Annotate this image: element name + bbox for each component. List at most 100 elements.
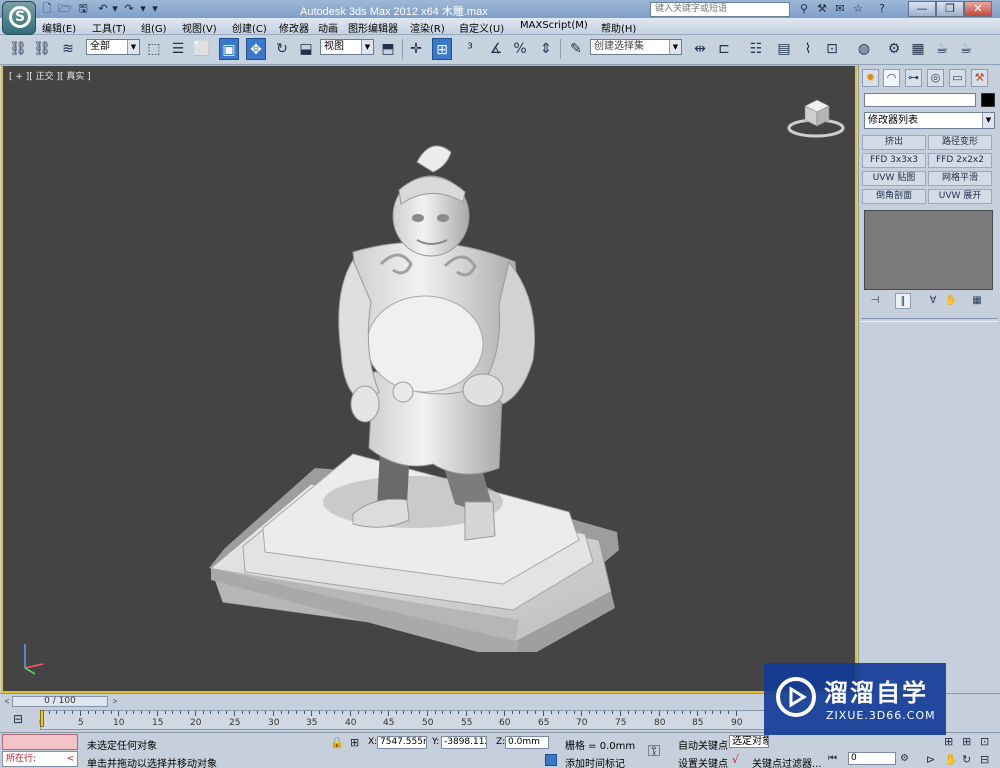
maximize-viewport-icon[interactable]: ⊟ xyxy=(980,753,989,766)
menu-help[interactable]: 帮助(H) xyxy=(601,20,636,35)
remove-modifier-icon[interactable]: ✋ xyxy=(943,293,959,309)
select-and-scale-icon[interactable]: ⬓ xyxy=(296,38,316,60)
mini-curve-editor-icon[interactable]: ⊟ xyxy=(8,712,28,728)
zoom-all-icon[interactable]: ⊞ xyxy=(962,735,971,748)
search-input[interactable]: 键入关键字或短语 xyxy=(650,2,790,17)
subscription-icon[interactable]: ⚒ xyxy=(814,2,830,16)
select-manipulate-icon[interactable]: ✛ xyxy=(406,38,426,60)
go-to-start-icon[interactable]: ⏮ xyxy=(828,753,837,764)
render-iterative-icon[interactable]: ☕ xyxy=(956,38,976,60)
maxscript-listener[interactable] xyxy=(2,734,78,750)
new-file-icon[interactable]: 🗋 xyxy=(40,2,54,16)
communication-icon[interactable]: ✉ xyxy=(832,2,848,16)
rendered-frame-window-icon[interactable]: ▦ xyxy=(908,38,928,60)
named-selection-dropdown[interactable]: 创建选择集 ▼ xyxy=(590,39,682,55)
modifier-stack[interactable] xyxy=(864,210,993,290)
angle-snap-icon[interactable]: ∡ xyxy=(486,38,506,60)
key-filters-button[interactable]: 关键点过滤器... xyxy=(752,755,822,768)
object-name-field[interactable] xyxy=(864,93,976,107)
lock-selection-icon[interactable]: 🔒 xyxy=(330,736,344,749)
schematic-view-icon[interactable]: ⊡ xyxy=(822,38,842,60)
configure-modifier-sets-icon[interactable]: ▦ xyxy=(969,293,985,309)
motion-tab-icon[interactable]: ◎ xyxy=(927,69,944,87)
create-tab-icon[interactable]: ✹ xyxy=(862,69,879,87)
unlink-icon[interactable]: ⛓ xyxy=(32,38,52,60)
viewport-label[interactable]: [ + ][ 正交 ][ 真实 ] xyxy=(9,69,91,82)
viewcube-icon[interactable] xyxy=(787,94,845,138)
select-by-name-icon[interactable]: ☰ xyxy=(168,38,188,60)
menu-maxscript[interactable]: MAXScript(M) xyxy=(520,20,588,31)
spinner-snap-icon[interactable]: ⇕ xyxy=(536,38,556,60)
pivot-center-icon[interactable]: ⬒ xyxy=(378,38,398,60)
selected-object-dropdown[interactable]: 选定对象 xyxy=(729,735,769,748)
modifier-button-uvw-map[interactable]: UVW 贴图 xyxy=(862,171,926,186)
time-config-icon[interactable]: ⚙ xyxy=(900,753,909,764)
object-color-swatch[interactable] xyxy=(981,93,995,107)
key-icon[interactable]: ⚿ xyxy=(648,741,660,761)
add-time-tag[interactable]: 添加时间标记 xyxy=(565,755,625,768)
render-production-icon[interactable]: ☕ xyxy=(932,38,952,60)
menu-customize[interactable]: 自定义(U) xyxy=(459,20,504,35)
utilities-tab-icon[interactable]: ⚒ xyxy=(971,69,988,87)
menu-rendering[interactable]: 渲染(R) xyxy=(410,20,445,35)
bind-space-warp-icon[interactable]: ≋ xyxy=(58,38,78,60)
graphite-tools-icon[interactable]: ▤ xyxy=(774,38,794,60)
absolute-mode-icon[interactable]: ⊞ xyxy=(350,736,359,749)
modifier-list-dropdown[interactable]: 修改器列表 ▼ xyxy=(864,112,995,129)
time-slider[interactable]: 0 / 100 xyxy=(12,696,108,707)
zoom-extents-icon[interactable]: ⊞ xyxy=(944,735,953,748)
align-icon[interactable]: ⊏ xyxy=(714,38,734,60)
time-slider-prev[interactable]: < xyxy=(2,696,12,707)
select-object-icon[interactable]: ⬚ xyxy=(144,38,164,60)
favorites-icon[interactable]: ☆ xyxy=(850,2,866,16)
binoculars-icon[interactable]: ⚲ xyxy=(796,2,812,16)
close-button[interactable]: ✕ xyxy=(964,1,992,17)
maximize-button[interactable]: ❐ xyxy=(936,1,964,17)
set-key-button[interactable]: 设置关键点 xyxy=(678,755,728,768)
track-bar[interactable]: 051015202530354045505560657075808590 xyxy=(39,710,770,730)
pin-stack-icon[interactable]: ⊣ xyxy=(867,293,883,309)
undo-dropdown-icon[interactable]: ▾ xyxy=(108,2,122,16)
current-frame-field[interactable]: 0 xyxy=(848,752,896,765)
auto-key-button[interactable]: 自动关键点 xyxy=(678,737,728,752)
save-icon[interactable]: 🖫 xyxy=(76,2,90,16)
zoom-region-icon[interactable]: ⊡ xyxy=(980,735,989,748)
quick-access-dropdown-icon[interactable]: ▾ xyxy=(148,2,162,16)
display-tab-icon[interactable]: ▭ xyxy=(949,69,966,87)
edit-named-selection-icon[interactable]: ✎ xyxy=(566,38,586,60)
time-marker[interactable] xyxy=(40,710,44,727)
open-file-icon[interactable]: 🗁 xyxy=(58,2,72,16)
app-logo-icon[interactable]: S xyxy=(2,1,36,35)
statue-model[interactable] xyxy=(203,132,633,652)
time-slider-next[interactable]: > xyxy=(110,696,120,707)
modifier-button-path-deform[interactable]: 路径变形 xyxy=(928,135,992,150)
material-editor-icon[interactable]: ◍ xyxy=(854,38,874,60)
menu-views[interactable]: 视图(V) xyxy=(182,20,217,35)
x-coord-field[interactable]: 7547.555m xyxy=(377,736,427,749)
modifier-button-ffd-3x3x3[interactable]: FFD 3x3x3 xyxy=(862,153,926,168)
minimize-button[interactable]: — xyxy=(908,1,936,17)
modifier-button-ffd-2x2x2[interactable]: FFD 2x2x2 xyxy=(928,153,992,168)
redo-icon[interactable]: ↷ xyxy=(122,2,136,16)
menu-edit[interactable]: 编辑(E) xyxy=(42,20,76,35)
maxscript-prompt[interactable]: 所在行: < xyxy=(2,751,78,767)
y-coord-field[interactable]: -3898.112m xyxy=(441,736,487,749)
reference-coord-dropdown[interactable]: 视图 ▼ xyxy=(320,39,374,55)
link-icon[interactable]: ⛓ xyxy=(8,38,28,60)
select-and-move-icon[interactable]: ✥ xyxy=(246,38,266,60)
menu-create[interactable]: 创建(C) xyxy=(232,20,267,35)
modifier-button-meshsmooth[interactable]: 网格平滑 xyxy=(928,171,992,186)
hierarchy-tab-icon[interactable]: ⊶ xyxy=(905,69,922,87)
percent-snap-icon[interactable]: % xyxy=(510,38,530,60)
menu-graph-editors[interactable]: 图形编辑器 xyxy=(348,20,398,35)
modifier-button-extrude[interactable]: 挤出 xyxy=(862,135,926,150)
field-of-view-icon[interactable]: ⊳ xyxy=(926,753,935,766)
snaps-toggle-icon[interactable]: ³ xyxy=(460,38,480,60)
curve-editor-icon[interactable]: ⌇ xyxy=(798,38,818,60)
rectangular-selection-icon[interactable]: ⬜ xyxy=(192,38,212,60)
help-icon[interactable]: ? xyxy=(874,2,890,16)
modifier-button-bevel-profile[interactable]: 倒角剖面 xyxy=(862,189,926,204)
viewport-perspective[interactable]: [ + ][ 正交 ][ 真实 ] xyxy=(1,65,857,693)
modify-tab-icon[interactable]: ◠ xyxy=(883,69,900,87)
layer-manager-icon[interactable]: ☷ xyxy=(746,38,766,60)
